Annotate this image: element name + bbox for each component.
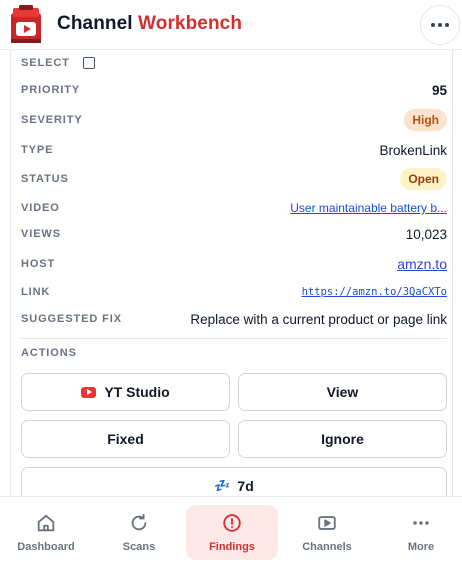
dot-icon xyxy=(438,23,442,27)
nav-findings[interactable]: Findings xyxy=(186,505,278,560)
views-label: VIEWS xyxy=(21,228,61,240)
select-row: SELECT xyxy=(21,51,447,75)
severity-label: SEVERITY xyxy=(21,114,83,126)
views-value: 10,023 xyxy=(405,226,447,242)
select-checkbox[interactable] xyxy=(82,57,95,69)
type-row: TYPE BrokenLink xyxy=(21,138,447,162)
dot-icon xyxy=(445,23,449,27)
snooze-icon: 💤 xyxy=(214,478,231,493)
host-label: HOST xyxy=(21,258,56,270)
nav-scans-label: Scans xyxy=(122,541,156,553)
priority-row: PRIORITY 95 xyxy=(21,78,447,102)
fixed-label: Fixed xyxy=(107,431,144,447)
ellipsis-icon xyxy=(413,521,429,525)
priority-value: 95 xyxy=(431,82,447,98)
severity-row: SEVERITY High xyxy=(21,108,447,132)
status-label: STATUS xyxy=(21,173,69,185)
yt-studio-button[interactable]: YT Studio xyxy=(21,373,230,411)
link-label: LINK xyxy=(21,286,51,298)
video-row: VIDEO User maintainable battery b... xyxy=(21,196,447,220)
host-link[interactable]: amzn.to xyxy=(397,256,447,272)
select-label: SELECT xyxy=(21,57,70,69)
view-button[interactable]: View xyxy=(238,373,447,411)
snooze-button[interactable]: 💤 7d xyxy=(21,467,447,496)
actions-row: ACTIONS xyxy=(21,341,447,365)
fixed-button[interactable]: Fixed xyxy=(21,420,230,458)
type-value: BrokenLink xyxy=(379,142,447,158)
app-header: Channel Workbench xyxy=(0,0,462,50)
more-menu-button[interactable] xyxy=(420,5,460,45)
type-label: TYPE xyxy=(21,144,54,156)
yt-studio-label: YT Studio xyxy=(104,384,170,400)
suggested-fix-row: SUGGESTED FIX Replace with a current pro… xyxy=(21,307,447,331)
nav-dashboard[interactable]: Dashboard xyxy=(0,505,92,560)
ignore-label: Ignore xyxy=(321,431,364,447)
ignore-button[interactable]: Ignore xyxy=(238,420,447,458)
view-label: View xyxy=(326,384,359,400)
nav-channels-label: Channels xyxy=(302,541,352,553)
app-title-part2: Workbench xyxy=(138,13,243,34)
url-link[interactable]: https://amzn.to/3QaCXTo xyxy=(302,286,447,298)
home-icon xyxy=(37,514,55,532)
suggested-fix-value: Replace with a current product or page l… xyxy=(190,311,447,327)
status-row: STATUS Open xyxy=(21,167,447,191)
nav-findings-label: Findings xyxy=(209,541,255,553)
bottom-nav: Dashboard Scans Findings Channels More xyxy=(0,496,462,564)
priority-label: PRIORITY xyxy=(21,84,81,96)
severity-badge: High xyxy=(404,109,447,131)
host-row: HOST amzn.to xyxy=(21,252,447,276)
dot-icon xyxy=(431,23,435,27)
suggested-fix-label: SUGGESTED FIX xyxy=(21,313,122,325)
toolbox-logo-icon xyxy=(11,5,41,43)
finding-card: SELECT PRIORITY 95 SEVERITY High TYPE Br… xyxy=(10,50,453,496)
video-link[interactable]: User maintainable battery b... xyxy=(290,201,447,215)
nav-more[interactable]: More xyxy=(375,505,462,560)
section-divider xyxy=(21,338,447,339)
status-badge: Open xyxy=(400,168,447,190)
video-label: VIDEO xyxy=(21,202,60,214)
link-row: LINK https://amzn.to/3QaCXTo xyxy=(21,280,447,304)
video-player-icon xyxy=(318,516,336,530)
nav-dashboard-label: Dashboard xyxy=(17,541,75,553)
actions-label: ACTIONS xyxy=(21,347,77,359)
nav-scans[interactable]: Scans xyxy=(93,505,185,560)
nav-channels[interactable]: Channels xyxy=(281,505,373,560)
app-title-part1: Channel xyxy=(57,13,133,34)
alert-circle-icon xyxy=(223,514,241,532)
app-title: Channel Workbench xyxy=(57,13,242,35)
views-row: VIEWS 10,023 xyxy=(21,222,447,246)
snooze-label: 7d xyxy=(237,478,254,494)
nav-more-label: More xyxy=(407,541,435,553)
refresh-icon xyxy=(131,513,147,531)
youtube-icon xyxy=(81,386,97,398)
